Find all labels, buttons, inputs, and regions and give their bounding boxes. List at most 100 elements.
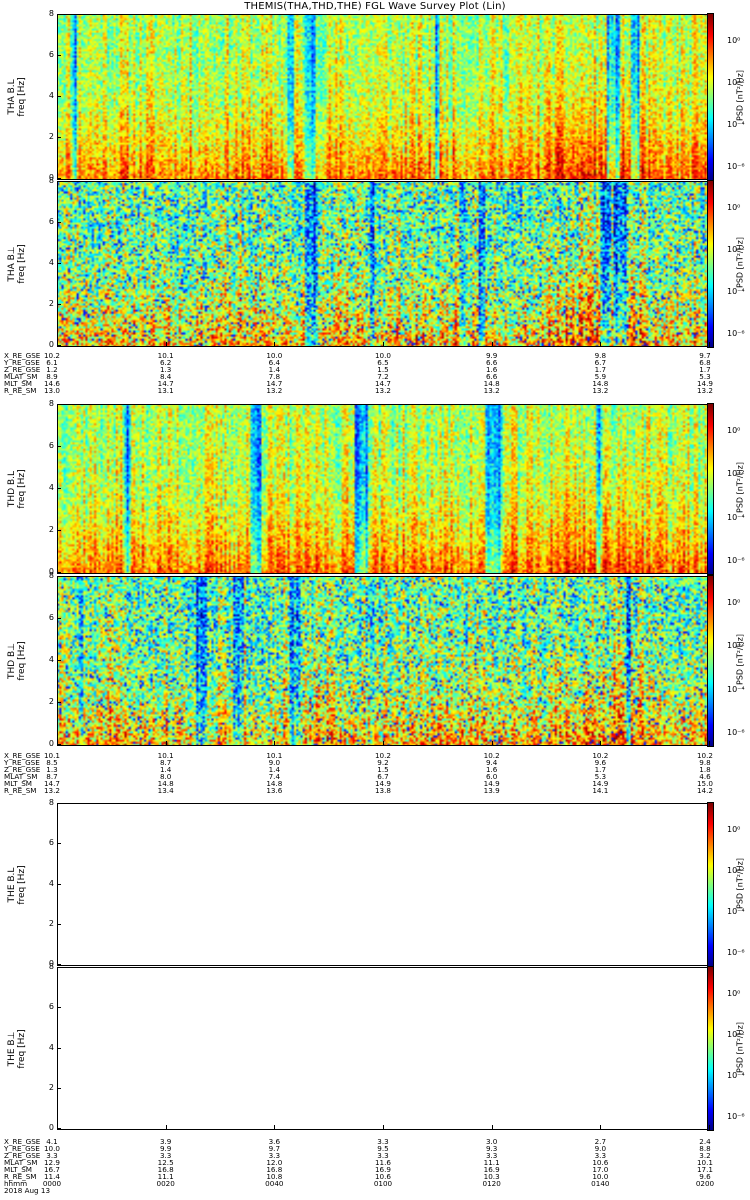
ephemeris-row: Y_RE_GSE 6.1 6.2 6.4 6.5 6.6 6.7 6.8 bbox=[4, 359, 714, 366]
y-tick-mark bbox=[57, 618, 61, 619]
y-tick-label: 4 bbox=[48, 91, 54, 100]
panel-frame bbox=[57, 14, 709, 180]
y-tick-mark bbox=[57, 572, 61, 573]
x-tick-mark bbox=[491, 1125, 493, 1130]
y-tick-label: 8 bbox=[48, 571, 54, 580]
colorbar-tick-label: 10⁰ bbox=[727, 426, 741, 435]
colorbar-gradient bbox=[708, 803, 713, 966]
y-tick-label: 6 bbox=[48, 838, 54, 848]
x-tick-mark bbox=[57, 342, 58, 347]
y-tick-label: 4 bbox=[48, 483, 54, 492]
panel-frame bbox=[57, 803, 709, 966]
panel-y-label: THD B⊥ freq [Hz] bbox=[7, 636, 39, 686]
y-tick-mark bbox=[57, 137, 61, 138]
panel-unit: freq [Hz] bbox=[17, 469, 27, 509]
date-label: 2018 Aug 13 bbox=[4, 1187, 714, 1194]
y-tick-mark bbox=[57, 923, 61, 925]
y-tick-mark bbox=[57, 660, 61, 661]
panel-frame bbox=[57, 576, 709, 746]
panel-name: THA B.L bbox=[7, 79, 17, 115]
ephemeris-value: 13.2 bbox=[483, 386, 500, 395]
x-tick-mark bbox=[383, 741, 384, 746]
panel-y-label: THD B.L freq [Hz] bbox=[7, 464, 39, 514]
y-tick-mark bbox=[57, 530, 61, 531]
panel-name: THD B.L bbox=[7, 470, 17, 508]
panel-unit: freq [Hz] bbox=[17, 641, 27, 681]
y-tick-label: 4 bbox=[48, 878, 54, 888]
colorbar-label: PSD [nT²/Hz] bbox=[735, 70, 745, 121]
x-tick-mark bbox=[600, 342, 602, 347]
colorbar bbox=[707, 13, 714, 181]
ephemeris-value: 0120 bbox=[482, 1179, 501, 1188]
colorbar-label: PSD [nT²/Hz] bbox=[735, 634, 745, 685]
ephemeris-value: 0100 bbox=[373, 1179, 393, 1188]
ephemeris-value: 13.0 bbox=[43, 386, 60, 395]
panel-y-label: THA B.L freq [Hz] bbox=[7, 72, 39, 122]
y-tick-mark bbox=[57, 96, 61, 97]
x-tick-mark bbox=[274, 1125, 276, 1130]
colorbar-tick-label: 10⁰ bbox=[727, 825, 741, 834]
x-tick-mark bbox=[709, 342, 710, 347]
ephemeris-row: R_RE_SM 13.2 13.4 13.6 13.8 13.9 14.1 14.2 bbox=[4, 787, 714, 794]
y-tick-mark bbox=[57, 222, 61, 223]
ephemeris-value: 13.9 bbox=[483, 786, 500, 795]
ephemeris-row: Z_RE_GSE 1.2 1.3 1.4 1.5 1.6 1.7 1.7 bbox=[4, 366, 714, 373]
y-tick-mark bbox=[57, 1087, 61, 1089]
y-tick-label: 2 bbox=[48, 525, 54, 534]
ephemeris-value: 13.2 bbox=[266, 386, 283, 395]
date-text: 2018 Aug 13 bbox=[4, 1186, 51, 1195]
colorbar-tick-label: 10⁻⁶ bbox=[727, 556, 745, 565]
y-tick-mark bbox=[57, 843, 61, 845]
ephemeris-row: R_RE_SM 13.0 13.1 13.2 13.2 13.2 13.2 13.2 bbox=[4, 387, 714, 394]
y-tick-mark bbox=[57, 883, 61, 885]
ephemeris-value: 0020 bbox=[156, 1179, 175, 1188]
x-tick-mark bbox=[491, 342, 493, 347]
y-tick-label: 0 bbox=[48, 739, 54, 748]
plot-title: THEMIS(THA,THD,THE) FGL Wave Survey Plot… bbox=[244, 1, 506, 12]
x-tick-mark bbox=[165, 1125, 167, 1130]
x-tick-mark bbox=[274, 741, 276, 746]
y-tick-mark bbox=[57, 967, 61, 968]
y-tick-mark bbox=[57, 964, 61, 965]
colorbar-gradient bbox=[708, 967, 713, 1130]
y-tick-label: 2 bbox=[48, 1082, 54, 1092]
y-tick-mark bbox=[57, 14, 61, 15]
colorbar-gradient bbox=[708, 181, 713, 347]
panel-name: THA B⊥ bbox=[7, 246, 17, 282]
y-tick-label: 2 bbox=[48, 299, 54, 308]
ephemeris-value: 0140 bbox=[591, 1179, 610, 1188]
y-tick-mark bbox=[57, 1047, 61, 1049]
colorbar-tick-label: 10⁰ bbox=[727, 203, 741, 212]
x-tick-mark bbox=[165, 342, 167, 347]
y-tick-label: 2 bbox=[48, 918, 54, 928]
panel-y-label: THA B⊥ freq [Hz] bbox=[7, 239, 39, 289]
y-tick-label: 6 bbox=[48, 217, 54, 226]
ephemeris-value: 14.1 bbox=[592, 786, 609, 795]
colorbar-tick-label: 10⁻⁶ bbox=[727, 162, 745, 171]
y-tick-label: 0 bbox=[48, 1123, 54, 1132]
ephemeris-value: 13.8 bbox=[374, 786, 391, 795]
ephemeris-value: 0040 bbox=[265, 1179, 284, 1188]
y-tick-label: 8 bbox=[48, 798, 54, 807]
colorbar bbox=[707, 575, 714, 747]
y-tick-mark bbox=[57, 702, 61, 703]
colorbar-tick-label: 10⁻⁶ bbox=[727, 728, 745, 737]
panel-unit: freq [Hz] bbox=[17, 864, 27, 905]
x-tick-mark bbox=[165, 741, 167, 746]
y-tick-label: 8 bbox=[48, 9, 54, 18]
x-tick-mark bbox=[57, 741, 58, 746]
colorbar bbox=[707, 180, 714, 348]
x-tick-mark bbox=[491, 741, 493, 746]
x-tick-mark bbox=[383, 1125, 384, 1130]
y-tick-mark bbox=[57, 576, 61, 577]
y-tick-mark bbox=[57, 304, 61, 305]
x-tick-mark bbox=[57, 1125, 58, 1130]
y-tick-label: 8 bbox=[48, 962, 54, 971]
colorbar-tick-label: 10⁻⁶ bbox=[727, 1112, 745, 1121]
ephemeris-row: X_RE_GSE 10.2 10.1 10.0 10.0 9.9 9.8 9.7 bbox=[4, 352, 714, 359]
ephemeris-row: hhmm 0000 0020 0040 0100 0120 0140 0200 bbox=[4, 1180, 714, 1187]
x-tick-mark bbox=[600, 1125, 602, 1130]
colorbar bbox=[707, 403, 714, 575]
y-tick-mark bbox=[57, 178, 61, 179]
panel-y-label: THE B.L freq [Hz] bbox=[7, 860, 39, 910]
